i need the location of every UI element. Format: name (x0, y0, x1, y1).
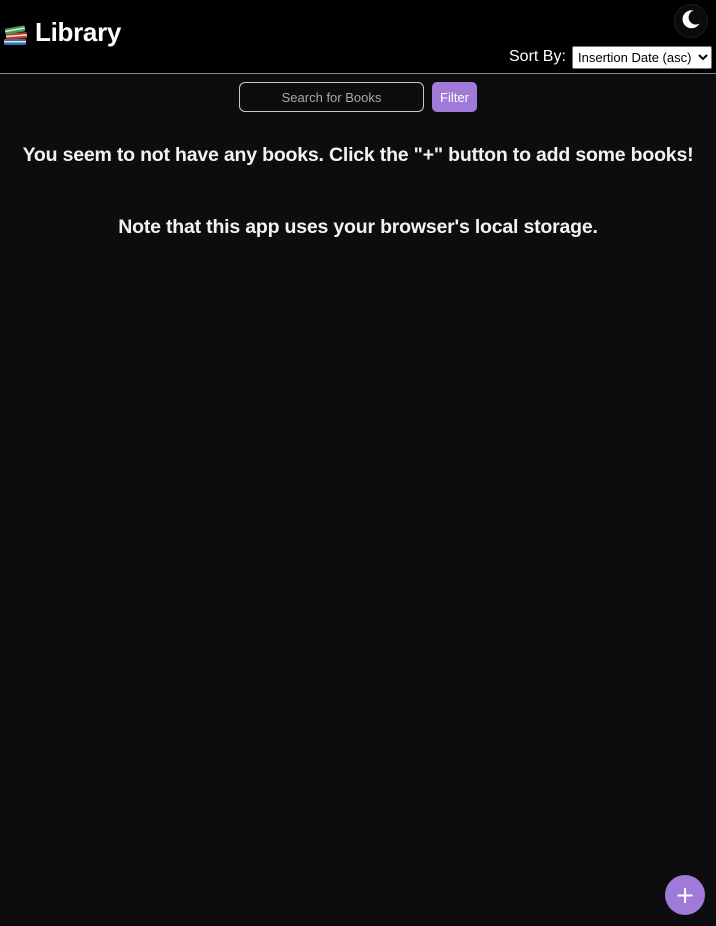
app-header: Library Sort By: Insertion Date (asc) (0, 0, 716, 74)
books-icon (3, 22, 29, 48)
add-book-button[interactable]: + (665, 875, 705, 915)
sort-by-label: Sort By: (509, 48, 566, 65)
sort-select[interactable]: Insertion Date (asc) (572, 46, 712, 69)
local-storage-note: Note that this app uses your browser's l… (118, 216, 598, 238)
empty-library-message: You seem to not have any books. Click th… (22, 144, 694, 166)
moon-icon (680, 8, 702, 35)
filter-button[interactable]: Filter (432, 82, 477, 112)
plus-icon: + (674, 881, 696, 909)
app-title: Library (35, 17, 122, 47)
theme-toggle-button[interactable] (674, 4, 708, 38)
search-input[interactable] (239, 82, 424, 112)
